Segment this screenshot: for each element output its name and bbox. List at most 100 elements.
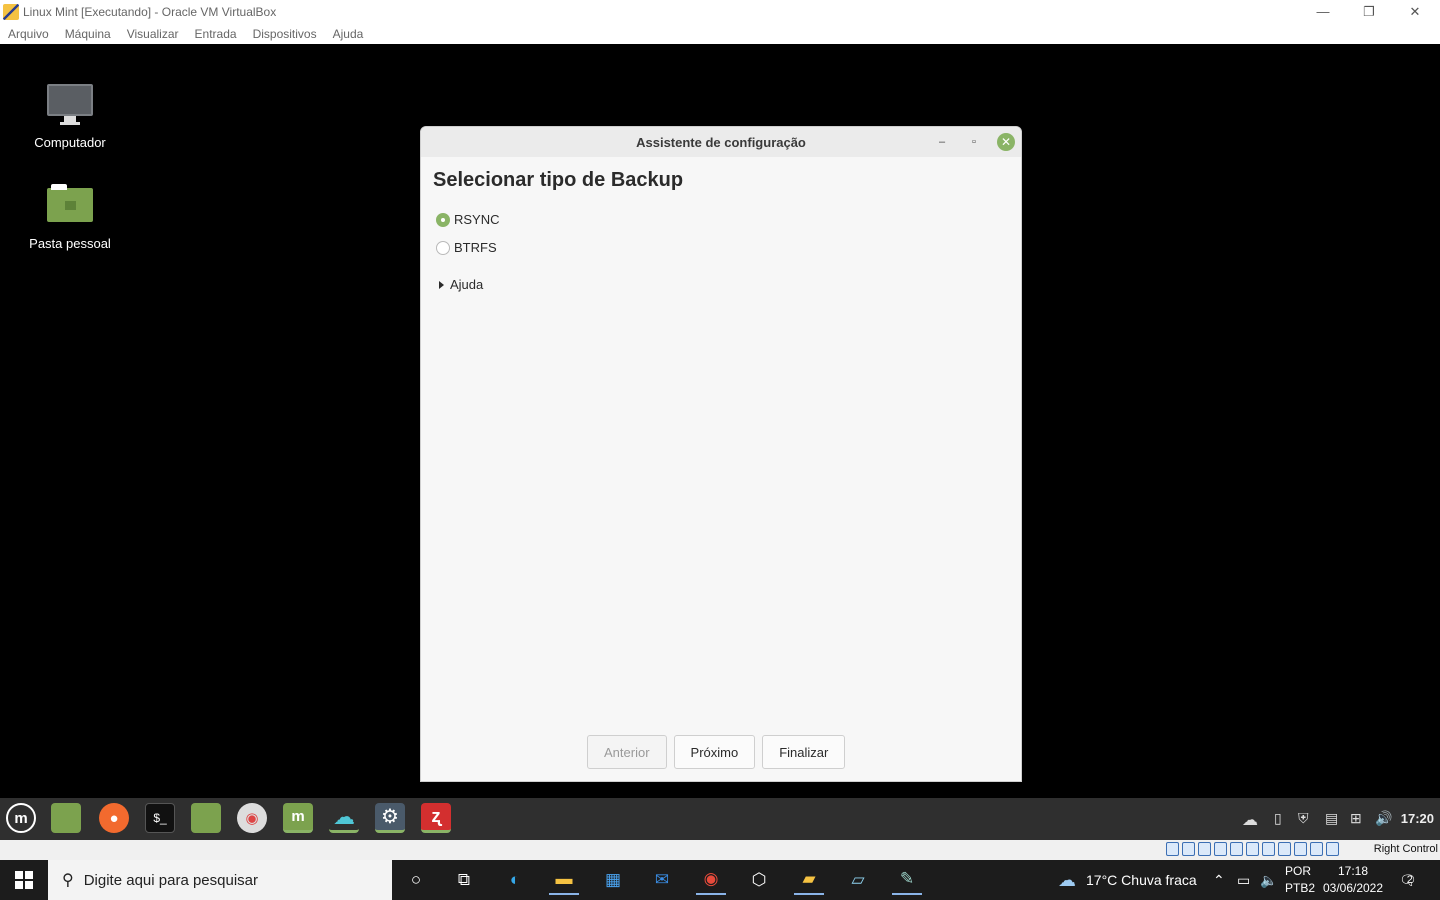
search-icon: ⚲ — [62, 872, 74, 889]
menu-maquina[interactable]: Máquina — [65, 27, 111, 41]
previous-button: Anterior — [587, 735, 667, 769]
edge-icon[interactable]: ◐ — [500, 865, 530, 895]
start-button[interactable] — [0, 860, 48, 900]
desktop-icon-computer[interactable]: Computador — [15, 84, 125, 150]
dialog-buttons: Anterior Próximo Finalizar — [587, 735, 846, 769]
file-explorer-icon[interactable]: ▬ — [549, 865, 579, 895]
search-box[interactable]: ⚲ Digite aqui para pesquisar — [48, 860, 392, 900]
chrome-icon[interactable]: ◉ — [696, 865, 726, 895]
option-label: RSYNC — [454, 212, 500, 227]
cortana-icon[interactable]: ○ — [401, 865, 431, 895]
display-icon[interactable] — [1262, 842, 1275, 856]
dialog-minimize-button[interactable]: – — [933, 133, 951, 151]
vbox-statusbar: Right Control — [0, 840, 1440, 860]
mail-icon[interactable]: ✉ — [647, 865, 677, 895]
dialog-title: Assistente de configuração — [636, 135, 806, 150]
speaker-icon[interactable]: 🔈 — [1260, 860, 1277, 900]
menu-ajuda[interactable]: Ajuda — [333, 27, 364, 41]
mint-menu-icon[interactable]: m — [6, 803, 36, 833]
store-icon[interactable]: ▦ — [598, 865, 628, 895]
network-icon[interactable]: ⊞ — [1350, 810, 1362, 827]
monitor-icon — [47, 84, 93, 116]
expander-arrow-icon — [439, 280, 444, 289]
option-rsync[interactable]: RSYNC — [436, 212, 500, 227]
mintupdate-icon[interactable]: m — [283, 803, 313, 833]
hdd-icon[interactable] — [1166, 842, 1179, 856]
task-view-icon[interactable]: ⧉ — [449, 865, 479, 895]
mouse-integration-icon[interactable] — [1326, 842, 1339, 856]
radio-unselected-icon[interactable] — [436, 240, 450, 255]
desktop-icon-label: Computador — [34, 135, 106, 150]
dialog-titlebar[interactable]: Assistente de configuração – ▫ ✕ — [421, 127, 1021, 157]
notepad-icon[interactable]: ▱ — [843, 865, 873, 895]
keyboard-layout: PTB2 — [1285, 881, 1316, 895]
system-clock[interactable]: 17:18 03/06/2022 — [1322, 863, 1384, 897]
help-expander[interactable]: Ajuda — [439, 277, 483, 292]
weather-text: 17°C Chuva fraca — [1086, 872, 1197, 888]
option-label: BTRFS — [454, 240, 497, 255]
finish-button[interactable]: Finalizar — [762, 735, 846, 769]
menu-arquivo[interactable]: Arquivo — [8, 27, 49, 41]
timeshift-icon[interactable]: ʐ — [421, 803, 451, 833]
option-btrfs[interactable]: BTRFS — [436, 240, 497, 255]
page-title: Selecionar tipo de Backup — [433, 169, 684, 191]
virtualbox-3d-icon[interactable]: ⬡ — [744, 865, 774, 895]
close-button[interactable]: ✕ — [1392, 0, 1438, 23]
shared-folders-icon[interactable] — [1246, 842, 1259, 856]
expander-label: Ajuda — [450, 277, 484, 292]
setup-dialog: Assistente de configuração – ▫ ✕ Selecio… — [420, 126, 1022, 782]
desktop-icon-label: Pasta pessoal — [29, 236, 111, 251]
home-folder-icon — [47, 184, 93, 222]
menu-entrada[interactable]: Entrada — [195, 27, 237, 41]
rain-cloud-icon: ☁ — [1058, 869, 1076, 890]
notification-count: 2 — [1406, 874, 1413, 886]
network-adapter-icon[interactable] — [1214, 842, 1227, 856]
restore-button[interactable]: ❐ — [1346, 0, 1392, 23]
clipboard-icon[interactable]: ▯ — [1274, 810, 1282, 827]
virtualbox-vm-icon[interactable]: ▰ — [794, 865, 824, 895]
dialog-close-button[interactable]: ✕ — [997, 133, 1015, 151]
vbox-menubar: Arquivo Máquina Visualizar Entrada Dispo… — [0, 23, 1440, 44]
dialog-maximize-button[interactable]: ▫ — [965, 133, 983, 151]
firefox-icon[interactable]: ● — [99, 803, 129, 833]
recording-icon[interactable] — [1278, 842, 1291, 856]
shield-icon[interactable]: ⛨ — [1298, 810, 1309, 827]
next-button[interactable]: Próximo — [673, 735, 756, 769]
mint-clock[interactable]: 17:20 — [1401, 811, 1434, 826]
lang-code: POR — [1285, 864, 1312, 878]
radio-selected-icon[interactable] — [436, 212, 450, 227]
windows-logo-icon — [15, 871, 33, 889]
input-language[interactable]: POR PTB2 — [1285, 863, 1315, 897]
files-icon[interactable] — [191, 803, 221, 833]
vbox-titlebar: Linux Mint [Executando] - Oracle VM Virt… — [0, 0, 1440, 23]
pcloud-icon[interactable]: ☁ — [329, 803, 359, 833]
menu-dispositivos[interactable]: Dispositivos — [253, 27, 317, 41]
paint-icon[interactable]: ✎ — [892, 865, 922, 895]
clock-time: 17:18 — [1337, 864, 1369, 878]
optical-drive-icon[interactable] — [1182, 842, 1195, 856]
show-desktop-icon[interactable] — [51, 803, 81, 833]
usb-icon[interactable] — [1230, 842, 1243, 856]
cloud-icon[interactable]: ☁ — [1242, 810, 1258, 830]
guest-additions-icon[interactable] — [1310, 842, 1323, 856]
host-key-label: Right Control — [1373, 843, 1438, 855]
volume-icon[interactable]: 🔊 — [1375, 810, 1392, 827]
virtualbox-icon — [3, 3, 19, 20]
document-icon[interactable]: ▤ — [1325, 810, 1338, 827]
search-placeholder: Digite aqui para pesquisar — [83, 871, 258, 889]
desktop-icon-home[interactable]: Pasta pessoal — [15, 184, 125, 251]
network-status-icon[interactable]: ▭ — [1237, 860, 1250, 900]
audio-icon[interactable] — [1198, 842, 1211, 856]
cpu-icon[interactable] — [1294, 842, 1307, 856]
show-hidden-icons-chevron-icon[interactable]: ⌃ — [1213, 860, 1225, 900]
minimize-button[interactable]: — — [1300, 0, 1346, 23]
device-status-icons — [1166, 842, 1339, 856]
notification-center-icon[interactable]: 🗨 2 — [1399, 860, 1417, 900]
terminal-icon[interactable]: $_ — [145, 803, 175, 833]
windows-taskbar: ⚲ Digite aqui para pesquisar ○ ⧉ ◐ ▬ ▦ ✉… — [0, 860, 1440, 900]
chromium-icon[interactable]: ◉ — [237, 803, 267, 833]
menu-visualizar[interactable]: Visualizar — [127, 27, 179, 41]
clock-date: 03/06/2022 — [1322, 881, 1384, 895]
weather-widget[interactable]: ☁ 17°C Chuva fraca — [1058, 860, 1197, 900]
settings-icon[interactable]: ⚙ — [375, 803, 405, 833]
